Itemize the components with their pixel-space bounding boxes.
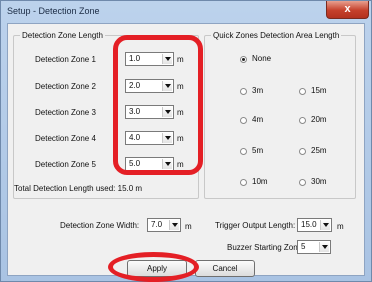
zone-1-label: Detection Zone 1	[35, 55, 96, 64]
radio-3m-label: 3m	[252, 86, 264, 95]
radio-25m-dot[interactable]	[299, 148, 306, 155]
title-bar: Setup - Detection Zone x	[1, 1, 371, 23]
total-detection-length: Total Detection Length used: 15.0 m	[14, 184, 143, 193]
radio-5m-dot[interactable]	[240, 148, 247, 155]
quick-group-legend: Quick Zones Detection Area Length	[213, 31, 340, 40]
trigger-output-label: Trigger Output Length:	[215, 221, 296, 230]
trigger-output-select[interactable]: 15.0	[297, 218, 332, 232]
trigger-output-unit: m	[337, 222, 344, 231]
close-button[interactable]: x	[326, 1, 369, 19]
annotation-highlight-oval	[108, 252, 199, 282]
radio-none-dot[interactable]	[240, 56, 247, 63]
zone-3-label: Detection Zone 3	[35, 108, 96, 117]
radio-25m-label: 25m	[311, 146, 327, 155]
radio-15m-label: 15m	[311, 86, 327, 95]
radio-none-label: None	[252, 54, 272, 63]
radio-20m-label: 20m	[311, 115, 327, 124]
zone-width-unit: m	[185, 222, 192, 231]
radio-10m-dot[interactable]	[240, 179, 247, 186]
radio-15m-dot[interactable]	[299, 88, 306, 95]
close-icon: x	[344, 3, 351, 15]
chevron-down-icon[interactable]	[320, 220, 330, 230]
radio-10m-label: 10m	[252, 177, 268, 186]
radio-4m-dot[interactable]	[240, 117, 247, 124]
buzzer-start-value: 5	[301, 242, 306, 251]
zone-width-select[interactable]: 7.0	[147, 218, 181, 232]
radio-20m-dot[interactable]	[299, 117, 306, 124]
buzzer-start-select[interactable]: 5	[297, 240, 331, 254]
chevron-down-icon[interactable]	[319, 242, 329, 252]
radio-30m-dot[interactable]	[299, 179, 306, 186]
buzzer-start-label: Buzzer Starting Zone:	[227, 243, 305, 252]
zone-5-label: Detection Zone 5	[35, 160, 96, 169]
trigger-output-value: 15.0	[301, 220, 317, 229]
annotation-highlight-rectangle	[113, 35, 203, 175]
cancel-button[interactable]: Cancel	[195, 260, 255, 277]
zone-width-value: 7.0	[151, 220, 163, 229]
window-title: Setup - Detection Zone	[7, 6, 100, 16]
zone-width-label: Detection Zone Width:	[60, 221, 140, 230]
zone-4-label: Detection Zone 4	[35, 134, 96, 143]
radio-5m-label: 5m	[252, 146, 264, 155]
radio-30m-label: 30m	[311, 177, 327, 186]
radio-3m-dot[interactable]	[240, 88, 247, 95]
radio-4m-label: 4m	[252, 115, 264, 124]
detection-group-legend: Detection Zone Length	[22, 31, 103, 40]
zone-2-label: Detection Zone 2	[35, 82, 96, 91]
quick-zones-group: Quick Zones Detection Area Length	[204, 31, 356, 199]
chevron-down-icon[interactable]	[169, 220, 179, 230]
